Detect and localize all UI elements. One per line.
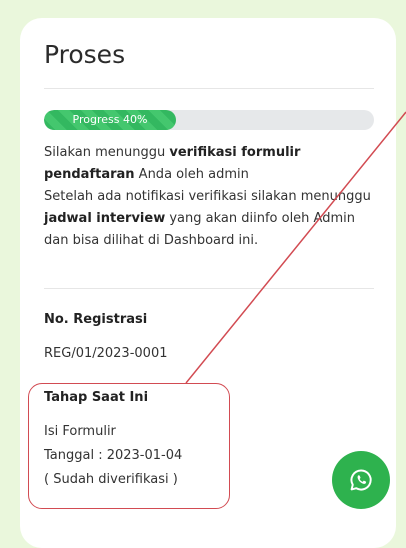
whatsapp-icon bbox=[350, 469, 372, 491]
whatsapp-button[interactable] bbox=[332, 451, 390, 509]
